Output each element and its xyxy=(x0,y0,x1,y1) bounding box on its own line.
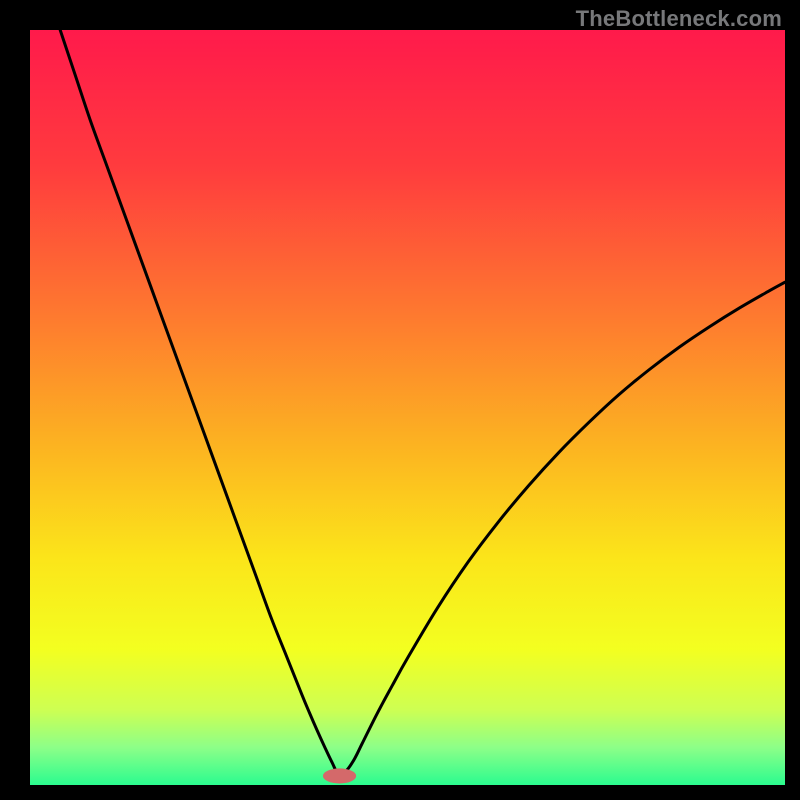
chart-frame: TheBottleneck.com xyxy=(0,0,800,800)
plot-area xyxy=(30,30,785,785)
gradient-background xyxy=(30,30,785,785)
bottleneck-chart xyxy=(30,30,785,785)
watermark-text: TheBottleneck.com xyxy=(576,6,782,32)
minimum-marker xyxy=(323,768,356,783)
